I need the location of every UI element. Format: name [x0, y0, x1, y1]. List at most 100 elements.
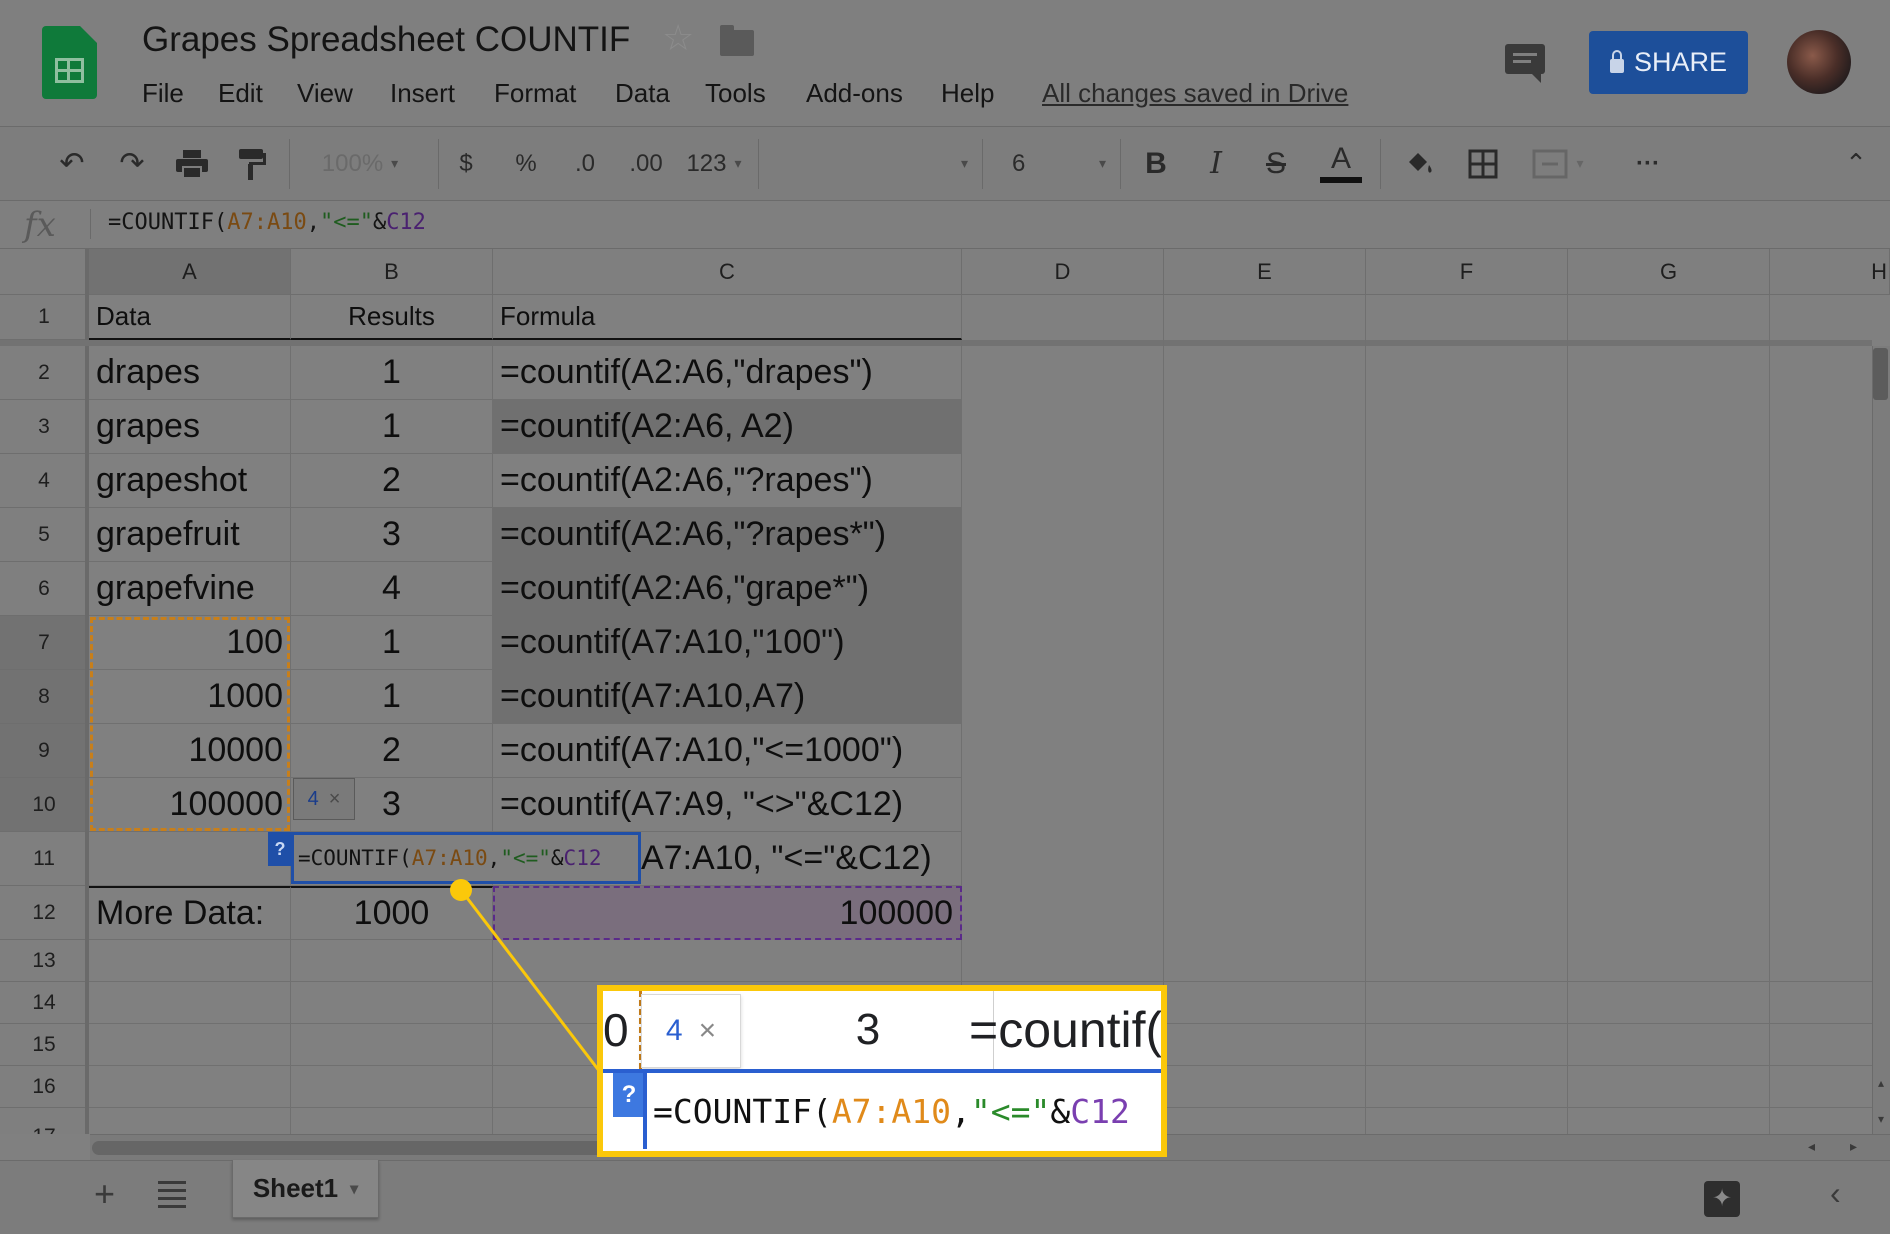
cell-c8[interactable]: =countif(A7:A10,A7)	[493, 670, 962, 724]
formula-input[interactable]: =COUNTIF(A7:A10,"<="&C12	[108, 210, 426, 235]
cell-b7[interactable]: 1	[291, 616, 493, 670]
select-all-corner[interactable]	[0, 249, 89, 295]
cell-a6[interactable]: grapefvine	[89, 562, 291, 616]
menu-addons[interactable]: Add-ons	[806, 78, 903, 109]
star-icon[interactable]: ☆	[662, 20, 694, 56]
row-header-8[interactable]: 8	[0, 670, 89, 724]
arg-count-hint[interactable]: 4 ×	[293, 778, 355, 820]
scroll-down-arrow-icon[interactable]: ▾	[1872, 1112, 1890, 1130]
font-size-select[interactable]: 6 ▾	[996, 127, 1106, 200]
cell-b8[interactable]: 1	[291, 670, 493, 724]
paint-format-icon[interactable]	[228, 127, 276, 200]
cell-a11[interactable]	[89, 832, 291, 886]
close-icon[interactable]: ×	[329, 788, 341, 811]
menu-insert[interactable]: Insert	[390, 78, 455, 109]
share-button[interactable]: SHARE	[1589, 31, 1748, 94]
chevron-down-icon[interactable]: ▾	[350, 1179, 358, 1199]
avatar[interactable]	[1787, 30, 1851, 94]
column-header-d[interactable]: D	[962, 249, 1164, 295]
cell-b3[interactable]: 1	[291, 400, 493, 454]
column-header-c[interactable]: C	[493, 249, 962, 295]
scroll-right-arrow-icon[interactable]: ▸	[1850, 1138, 1857, 1155]
add-sheet-icon[interactable]: +	[94, 1173, 115, 1215]
collapse-toolbar-icon[interactable]: ⌃	[1836, 127, 1876, 200]
row-header-16[interactable]: 16	[0, 1066, 89, 1108]
vertical-scrollbar[interactable]	[1872, 346, 1890, 1134]
explore-icon[interactable]: ✦	[1704, 1181, 1740, 1217]
sheet-tab-sheet1[interactable]: Sheet1 ▾	[232, 1160, 379, 1218]
zoom-select[interactable]: 100% ▾	[300, 127, 420, 200]
increase-decimal-button[interactable]: .00	[618, 127, 674, 200]
cell-c12[interactable]: 100000	[493, 886, 962, 940]
formula-help-icon[interactable]: ?	[268, 832, 292, 866]
row-header-3[interactable]: 3	[0, 400, 89, 454]
row-header-15[interactable]: 15	[0, 1024, 89, 1066]
font-select[interactable]: ▾	[768, 127, 968, 200]
column-header-f[interactable]: F	[1366, 249, 1568, 295]
strikethrough-button[interactable]: S	[1255, 127, 1297, 200]
row-header-2[interactable]: 2	[0, 346, 89, 400]
cell-a4[interactable]: grapeshot	[89, 454, 291, 508]
italic-button[interactable]: I	[1195, 127, 1237, 200]
column-header-g[interactable]: G	[1568, 249, 1770, 295]
sheets-logo-icon[interactable]	[42, 26, 97, 99]
cell-c6[interactable]: =countif(A2:A6,"grape*")	[493, 562, 962, 616]
row-header-10[interactable]: 10	[0, 778, 89, 832]
cell-c7[interactable]: =countif(A7:A10,"100")	[493, 616, 962, 670]
text-color-button[interactable]: A	[1318, 127, 1364, 200]
cell-c5[interactable]: =countif(A2:A6,"?rapes*")	[493, 508, 962, 562]
cell-c1[interactable]: Formula	[493, 295, 962, 340]
cell-c3[interactable]: =countif(A2:A6, A2)	[493, 400, 962, 454]
menu-file[interactable]: File	[142, 78, 184, 109]
horizontal-scroll-thumb[interactable]	[92, 1141, 612, 1155]
row-header-12[interactable]: 12	[0, 886, 89, 940]
bold-button[interactable]: B	[1135, 127, 1177, 200]
borders-icon[interactable]	[1458, 127, 1508, 200]
collapse-side-panel-icon[interactable]: ‹	[1830, 1175, 1841, 1212]
cell-b1[interactable]: Results	[291, 295, 493, 340]
cell-a3[interactable]: grapes	[89, 400, 291, 454]
all-sheets-icon[interactable]	[158, 1181, 186, 1208]
cell-c2[interactable]: =countif(A2:A6,"drapes")	[493, 346, 962, 400]
comments-icon[interactable]	[1505, 44, 1545, 83]
cell-b6[interactable]: 4	[291, 562, 493, 616]
document-title[interactable]: Grapes Spreadsheet COUNTIF	[142, 20, 630, 60]
menu-help[interactable]: Help	[941, 78, 994, 109]
row-header-13[interactable]: 13	[0, 940, 89, 982]
row-header-9[interactable]: 9	[0, 724, 89, 778]
column-header-b[interactable]: B	[291, 249, 493, 295]
fill-color-icon[interactable]	[1394, 127, 1444, 200]
menu-edit[interactable]: Edit	[218, 78, 263, 109]
folder-icon[interactable]	[720, 25, 754, 56]
cell-a2[interactable]: drapes	[89, 346, 291, 400]
cell-a1[interactable]: Data	[89, 295, 291, 340]
merge-cells-icon[interactable]: ▾	[1518, 127, 1598, 200]
column-header-e[interactable]: E	[1164, 249, 1366, 295]
currency-format-button[interactable]: $	[446, 127, 486, 200]
scroll-left-arrow-icon[interactable]: ◂	[1808, 1138, 1815, 1155]
menu-data[interactable]: Data	[615, 78, 670, 109]
print-icon[interactable]	[168, 127, 216, 200]
decrease-decimal-button[interactable]: .0	[560, 127, 610, 200]
menu-view[interactable]: View	[297, 78, 353, 109]
row-header-5[interactable]: 5	[0, 508, 89, 562]
cell-c10[interactable]: =countif(A7:A9, "<>"&C12)	[493, 778, 962, 832]
cell-c9[interactable]: =countif(A7:A10,"<=1000")	[493, 724, 962, 778]
cell-a12[interactable]: More Data:	[89, 886, 291, 940]
cell-a5[interactable]: grapefruit	[89, 508, 291, 562]
vertical-scroll-thumb[interactable]	[1873, 348, 1888, 400]
cell-b12[interactable]: 1000	[291, 886, 493, 940]
row-header-7[interactable]: 7	[0, 616, 89, 670]
column-header-a[interactable]: A	[89, 249, 291, 295]
row-header-1[interactable]: 1	[0, 295, 89, 340]
row-header-17[interactable]: 17	[0, 1108, 89, 1134]
save-status-link[interactable]: All changes saved in Drive	[1042, 78, 1348, 109]
menu-format[interactable]: Format	[494, 78, 576, 109]
scroll-up-arrow-icon[interactable]: ▴	[1872, 1076, 1890, 1094]
cell-b5[interactable]: 3	[291, 508, 493, 562]
row-header-4[interactable]: 4	[0, 454, 89, 508]
cell-b4[interactable]: 2	[291, 454, 493, 508]
row-header-11[interactable]: 11	[0, 832, 89, 886]
row-header-14[interactable]: 14	[0, 982, 89, 1024]
more-icon[interactable]: ···	[1628, 127, 1668, 200]
